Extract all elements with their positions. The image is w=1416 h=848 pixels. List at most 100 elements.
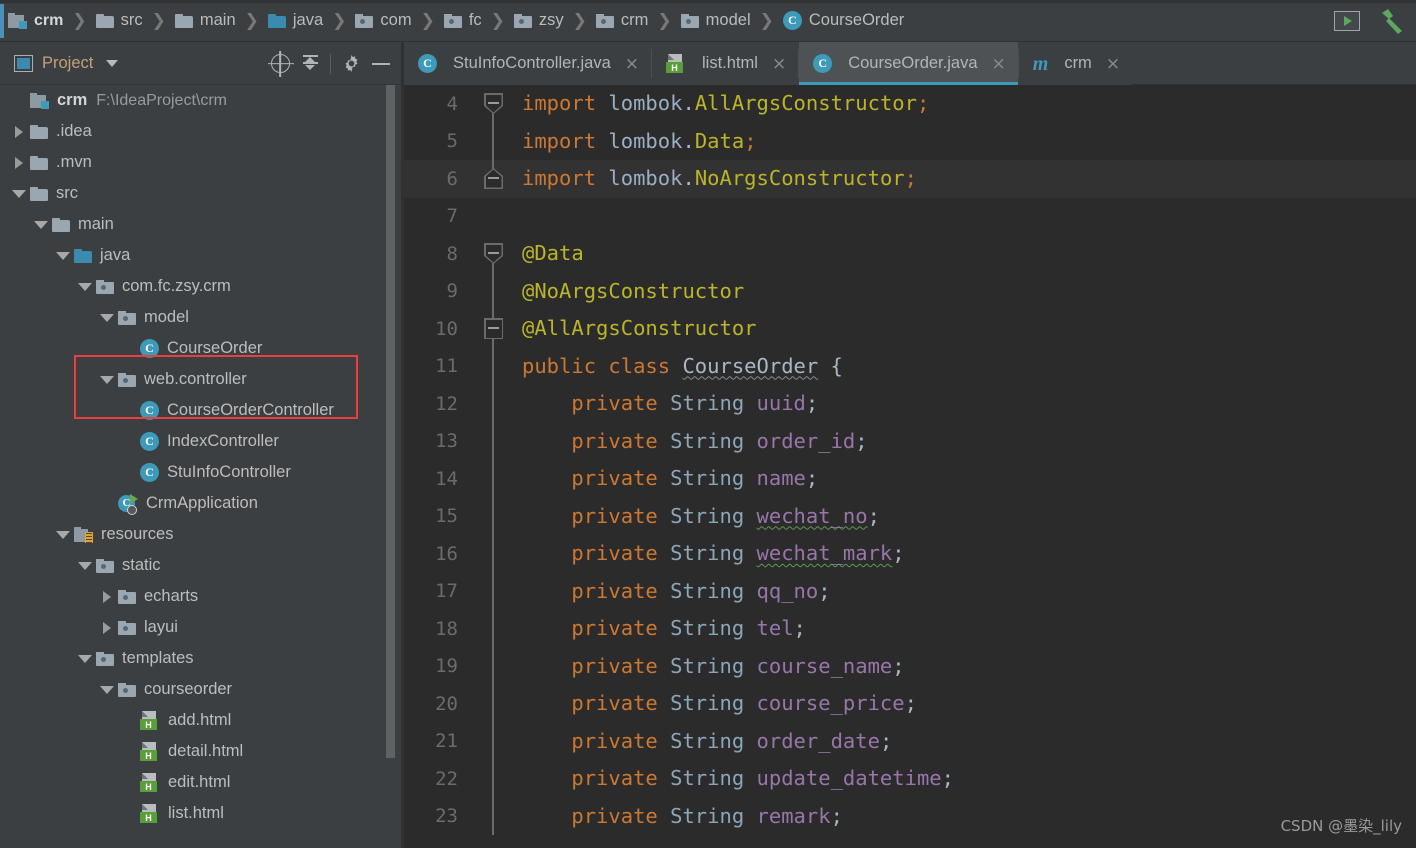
editor-gutter[interactable] <box>472 460 514 498</box>
code-text[interactable]: private String tel; <box>514 610 1416 648</box>
tree-row-model[interactable]: model <box>0 302 404 333</box>
run-icon[interactable] <box>1334 11 1360 31</box>
tree-row-.mvn[interactable]: .mvn <box>0 147 404 178</box>
editor-gutter[interactable] <box>472 722 514 760</box>
code-line-9[interactable]: 9 @NoArgsConstructor <box>404 272 1416 311</box>
chevron-right-icon[interactable] <box>8 147 30 178</box>
breadcrumb-item-crm[interactable]: crm <box>595 11 648 30</box>
chevron-down-icon[interactable] <box>96 302 118 333</box>
code-line-18[interactable]: 18 private String tel; <box>404 610 1416 648</box>
code-text[interactable]: private String name; <box>514 460 1416 498</box>
tree-row-templates[interactable]: templates <box>0 643 404 674</box>
chevron-down-icon[interactable] <box>30 209 52 240</box>
code-line-4[interactable]: 4 import lombok.AllArgsConstructor; <box>404 85 1416 123</box>
tree-row-java[interactable]: java <box>0 240 404 271</box>
tree-row-layui[interactable]: layui <box>0 612 404 643</box>
code-text[interactable]: private String wechat_no; <box>514 498 1416 536</box>
code-line-11[interactable]: 11 public class CourseOrder { <box>404 347 1416 386</box>
tree-row-add.html[interactable]: Hadd.html <box>0 705 404 736</box>
tree-row-crmapplication[interactable]: C CrmApplication <box>0 488 404 519</box>
code-line-16[interactable]: 16 private String wechat_mark; <box>404 535 1416 573</box>
close-icon[interactable]: × <box>992 54 1006 74</box>
tree-row-courseorder[interactable]: C CourseOrder <box>0 333 404 364</box>
code-line-7[interactable]: 7 <box>404 198 1416 236</box>
breadcrumb-item-com[interactable]: com <box>355 11 412 30</box>
close-icon[interactable]: × <box>625 54 639 74</box>
code-text[interactable]: import lombok.AllArgsConstructor; <box>514 85 1416 123</box>
code-text[interactable]: private String qq_no; <box>514 573 1416 611</box>
editor-gutter[interactable] <box>472 647 514 685</box>
tree-row-src[interactable]: src <box>0 178 404 209</box>
editor-gutter[interactable] <box>472 572 514 610</box>
editor-tab-courseorder-java[interactable]: C CourseOrder.java × <box>799 42 1018 85</box>
chevron-down-icon[interactable] <box>74 643 96 674</box>
editor-gutter[interactable] <box>472 272 514 310</box>
code-line-20[interactable]: 20 private String course_price; <box>404 685 1416 723</box>
code-text[interactable]: private String wechat_mark; <box>514 535 1416 573</box>
chevron-right-icon[interactable] <box>96 581 118 612</box>
editor-gutter[interactable] <box>472 610 514 648</box>
code-text[interactable]: import lombok.Data; <box>514 123 1416 161</box>
breadcrumb-item-src[interactable]: src <box>95 11 143 30</box>
minimize-icon[interactable] <box>366 42 396 85</box>
chevron-down-icon[interactable] <box>52 240 74 271</box>
breadcrumb-item-java[interactable]: java <box>267 11 323 30</box>
code-line-23[interactable]: 23 private String remark; <box>404 797 1416 835</box>
code-text[interactable]: @NoArgsConstructor <box>514 273 1416 311</box>
chevron-down-icon[interactable] <box>96 674 118 705</box>
chevron-down-icon[interactable] <box>106 59 119 67</box>
tree-row-resources[interactable]: resources <box>0 519 404 550</box>
breadcrumb-item-main[interactable]: main <box>174 11 236 30</box>
code-line-12[interactable]: 12 private String uuid; <box>404 385 1416 423</box>
tree-row-list.html[interactable]: Hlist.html <box>0 798 404 829</box>
code-text[interactable]: public class CourseOrder { <box>514 348 1416 386</box>
code-line-6[interactable]: 6 import lombok.NoArgsConstructor; <box>404 160 1416 198</box>
editor-gutter[interactable] <box>472 422 514 460</box>
editor-gutter[interactable] <box>472 385 514 423</box>
chevron-down-icon[interactable] <box>96 364 118 395</box>
hammer-icon[interactable] <box>1376 7 1406 35</box>
code-text[interactable]: private String uuid; <box>514 385 1416 423</box>
project-tree[interactable]: crm F:\IdeaProject\crm .idea .mvn src main jav… <box>0 85 404 848</box>
code-text[interactable]: private String update_datetime; <box>514 760 1416 798</box>
breadcrumb-item-fc[interactable]: fc <box>443 11 482 30</box>
editor-gutter[interactable] <box>472 85 514 123</box>
editor-gutter[interactable] <box>472 235 514 273</box>
breadcrumb-item-model[interactable]: model <box>680 11 751 30</box>
fold-region-icon[interactable] <box>484 318 503 339</box>
editor-gutter[interactable] <box>472 535 514 573</box>
editor-gutter[interactable] <box>472 347 514 385</box>
chevron-down-icon[interactable] <box>8 178 30 209</box>
tree-row-web.controller[interactable]: web.controller <box>0 364 404 395</box>
editor-tab-stuinfocontroller-java[interactable]: C StuInfoController.java × <box>404 42 651 85</box>
close-icon[interactable]: × <box>1106 54 1120 74</box>
breadcrumb-item-courseorder[interactable]: C CourseOrder <box>782 11 904 30</box>
editor-gutter[interactable] <box>472 797 514 835</box>
code-editor[interactable]: 4 import lombok.AllArgsConstructor; 5 impor… <box>404 85 1416 848</box>
tree-row-courseordercontroller[interactable]: C CourseOrderController <box>0 395 404 426</box>
collapse-all-icon[interactable] <box>295 42 325 85</box>
project-scrollbar-thumb[interactable] <box>386 85 395 758</box>
editor-tab-crm[interactable]: m crm × <box>1019 42 1132 85</box>
code-line-19[interactable]: 19 private String course_name; <box>404 647 1416 686</box>
editor-gutter[interactable] <box>472 760 514 798</box>
editor-gutter[interactable] <box>472 497 514 535</box>
tree-row-.idea[interactable]: .idea <box>0 116 404 147</box>
code-text[interactable]: private String course_name; <box>514 648 1416 686</box>
chevron-right-icon[interactable] <box>96 612 118 643</box>
editor-tab-list-html[interactable]: Hlist.html × <box>652 42 798 85</box>
tree-row-edit.html[interactable]: Hedit.html <box>0 767 404 798</box>
breadcrumb-item-zsy[interactable]: zsy <box>513 11 564 30</box>
editor-gutter[interactable] <box>472 122 514 160</box>
code-line-13[interactable]: 13 private String order_id; <box>404 422 1416 460</box>
code-text[interactable]: @AllArgsConstructor <box>514 310 1416 348</box>
tree-row-detail.html[interactable]: Hdetail.html <box>0 736 404 767</box>
tree-row-indexcontroller[interactable]: C IndexController <box>0 426 404 457</box>
project-panel-title-group[interactable]: Project <box>0 54 119 73</box>
code-text[interactable]: @Data <box>514 235 1416 273</box>
fold-end-icon[interactable] <box>484 168 503 189</box>
editor-gutter[interactable] <box>472 685 514 723</box>
code-line-10[interactable]: 10 @AllArgsConstructor <box>404 310 1416 348</box>
gear-icon[interactable] <box>336 42 366 85</box>
fold-start-icon[interactable] <box>484 93 503 114</box>
